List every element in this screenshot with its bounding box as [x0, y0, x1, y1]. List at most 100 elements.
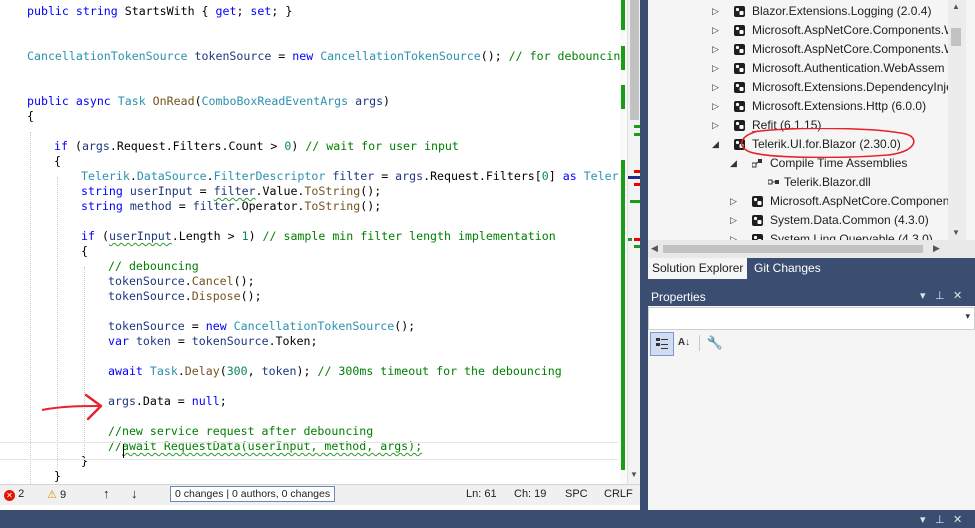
scrollbar-thumb[interactable]	[630, 0, 639, 120]
code-line[interactable]: tokenSource = new CancellationTokenSourc…	[108, 319, 415, 334]
tree-node[interactable]: Telerik.Blazor.dll	[648, 173, 948, 192]
code-editor[interactable]: public string StartsWith { get; set; } Ca…	[0, 0, 620, 484]
panel-splitter[interactable]	[640, 0, 648, 510]
solution-explorer-tree[interactable]: ▷ Blazor.Extensions.Logging (2.0.4) ▷ Micro…	[648, 0, 975, 258]
code-line[interactable]: {	[81, 244, 88, 259]
tool-window-tabs: Solution Explorer Git Changes	[648, 258, 975, 279]
chevron-down-icon: ▾	[965, 311, 970, 321]
annotation-arrow-icon	[41, 393, 103, 421]
code-line[interactable]: string userInput = filter.Value.ToString…	[81, 184, 381, 199]
nuget-package-icon	[752, 196, 763, 207]
categorized-icon[interactable]	[650, 332, 674, 356]
warning-count[interactable]: ⚠ 9	[47, 488, 66, 501]
tree-node[interactable]: ▷ Microsoft.AspNetCore.Components.W	[648, 21, 955, 40]
code-line[interactable]: await Task.Delay(300, token); // 300ms t…	[108, 364, 562, 379]
current-line-highlight	[0, 442, 618, 460]
code-line[interactable]: public async Task OnRead(ComboBoxReadEve…	[27, 94, 390, 109]
properties-title: Properties	[651, 290, 706, 304]
code-line[interactable]: args.Data = null;	[108, 394, 227, 409]
line-ending[interactable]: CRLF	[604, 488, 633, 500]
tree-node-label: Microsoft.AspNetCore.Components.W	[752, 23, 956, 37]
code-line[interactable]: //new service request after debouncing	[108, 424, 373, 439]
collapsed-arrow-icon[interactable]: ▷	[730, 211, 737, 230]
tree-node[interactable]: ▷ System.Data.Common (4.3.0)	[648, 211, 948, 230]
tree-vertical-scrollbar[interactable]: ▲ ▼	[948, 0, 966, 240]
navigate-down-icon[interactable]: ↓	[131, 486, 138, 501]
expanded-arrow-icon[interactable]: ◢	[712, 135, 719, 154]
tree-node-label: Microsoft.Extensions.DependencyInje	[752, 80, 953, 94]
collapsed-arrow-icon[interactable]: ▷	[712, 116, 719, 135]
tree-node[interactable]: ▷ Microsoft.Extensions.DependencyInje	[648, 78, 953, 97]
text-cursor	[123, 444, 124, 458]
tree-node[interactable]: ▷ Microsoft.Extensions.Http (6.0.0)	[648, 97, 948, 116]
expanded-arrow-icon[interactable]: ◢	[730, 154, 737, 173]
tree-node-label: Telerik.Blazor.dll	[784, 175, 871, 189]
tab-git-changes[interactable]: Git Changes	[750, 258, 825, 279]
tree-node-label: Microsoft.AspNetCore.Components.W	[752, 42, 956, 56]
dropdown-icon[interactable]: ▾	[920, 513, 926, 526]
close-icon[interactable]: ✕	[953, 289, 962, 302]
tree-node[interactable]: ▷ Blazor.Extensions.Logging (2.0.4)	[648, 2, 948, 21]
nuget-package-icon	[734, 82, 745, 93]
git-changes-indicator[interactable]: 0 changes | 0 authors, 0 changes	[170, 486, 336, 502]
code-line[interactable]: var token = tokenSource.Token;	[108, 334, 317, 349]
spacing-mode[interactable]: SPC	[565, 488, 588, 500]
tree-node-label: Microsoft.Extensions.Http (6.0.0)	[752, 99, 927, 113]
nuget-package-icon	[734, 25, 745, 36]
close-icon[interactable]: ✕	[953, 513, 962, 526]
collapsed-arrow-icon[interactable]: ▷	[712, 21, 719, 40]
object-selector[interactable]: ▾	[648, 307, 975, 330]
editor-status-bar: ✕ 2 ⚠ 9 ↑ ↓ 0 changes | 0 authors, 0 cha…	[0, 484, 640, 505]
nuget-package-icon	[734, 63, 745, 74]
toolbar-separator	[699, 335, 700, 351]
scrollbar-thumb[interactable]	[663, 245, 923, 253]
error-icon: ✕	[4, 490, 15, 501]
tab-solution-explorer[interactable]: Solution Explorer	[648, 258, 748, 279]
collapsed-arrow-icon[interactable]: ▷	[712, 2, 719, 21]
code-line[interactable]: CancellationTokenSource tokenSource = ne…	[27, 49, 620, 64]
assembly-icon	[768, 177, 779, 188]
collapsed-arrow-icon[interactable]: ▷	[712, 78, 719, 97]
pin-icon[interactable]: ⊥	[935, 513, 945, 526]
collapsed-arrow-icon[interactable]: ▷	[712, 59, 719, 78]
nuget-package-icon	[734, 6, 745, 17]
properties-header: Properties ▾ ⊥ ✕	[648, 287, 975, 306]
code-line[interactable]: tokenSource.Dispose();	[108, 289, 262, 304]
alphabetical-icon[interactable]: A↓	[673, 332, 695, 354]
tree-node-label: System.Data.Common (4.3.0)	[770, 213, 929, 227]
change-tracking-margin	[620, 0, 627, 484]
code-line[interactable]: tokenSource.Cancel();	[108, 274, 255, 289]
code-line[interactable]: if (userInput.Length > 1) // sample min …	[81, 229, 556, 244]
tree-node-label: Microsoft.AspNetCore.Componen	[770, 194, 950, 208]
scrollbar-thumb[interactable]	[951, 28, 961, 46]
code-line[interactable]: Telerik.DataSource.FilterDescriptor filt…	[81, 169, 620, 184]
column-number[interactable]: Ch: 19	[514, 488, 546, 500]
code-line[interactable]: string method = filter.Operator.ToString…	[81, 199, 381, 214]
navigate-up-icon[interactable]: ↑	[103, 486, 110, 501]
properties-panel: Properties ▾ ⊥ ✕ ▾ A↓ 🔧	[648, 287, 975, 510]
tree-node[interactable]: ▷ Microsoft.Authentication.WebAssem	[648, 59, 948, 78]
warning-icon: ⚠	[47, 489, 57, 501]
collapsed-arrow-icon[interactable]: ▷	[712, 40, 719, 59]
dropdown-icon[interactable]: ▾	[920, 289, 926, 302]
tree-horizontal-scrollbar[interactable]: ◀ ▶	[648, 240, 975, 258]
bottom-panel-header: ▾ ⊥ ✕	[0, 510, 975, 528]
properties-toolbar: A↓ 🔧	[648, 332, 975, 356]
pin-icon[interactable]: ⊥	[935, 289, 945, 302]
collapsed-arrow-icon[interactable]: ▷	[712, 97, 719, 116]
indent-guide	[84, 267, 85, 459]
code-line[interactable]: {	[54, 154, 61, 169]
tree-node[interactable]: ▷ Microsoft.AspNetCore.Componen	[648, 192, 950, 211]
line-number[interactable]: Ln: 61	[466, 488, 497, 500]
code-line[interactable]: if (args.Request.Filters.Count > 0) // w…	[54, 139, 459, 154]
wrench-icon[interactable]: 🔧	[704, 332, 726, 354]
code-line[interactable]: // debouncing	[108, 259, 199, 274]
error-count[interactable]: ✕ 2	[4, 488, 24, 501]
code-line[interactable]: {	[27, 109, 34, 124]
collapsed-arrow-icon[interactable]: ▷	[730, 192, 737, 211]
tree-node[interactable]: ▷ Microsoft.AspNetCore.Components.W	[648, 40, 955, 59]
panel-gap	[648, 279, 975, 287]
code-line[interactable]: }	[54, 469, 61, 484]
code-line[interactable]: public string StartsWith { get; set; }	[27, 4, 292, 19]
editor-vertical-scrollbar[interactable]: ▼	[627, 0, 641, 484]
